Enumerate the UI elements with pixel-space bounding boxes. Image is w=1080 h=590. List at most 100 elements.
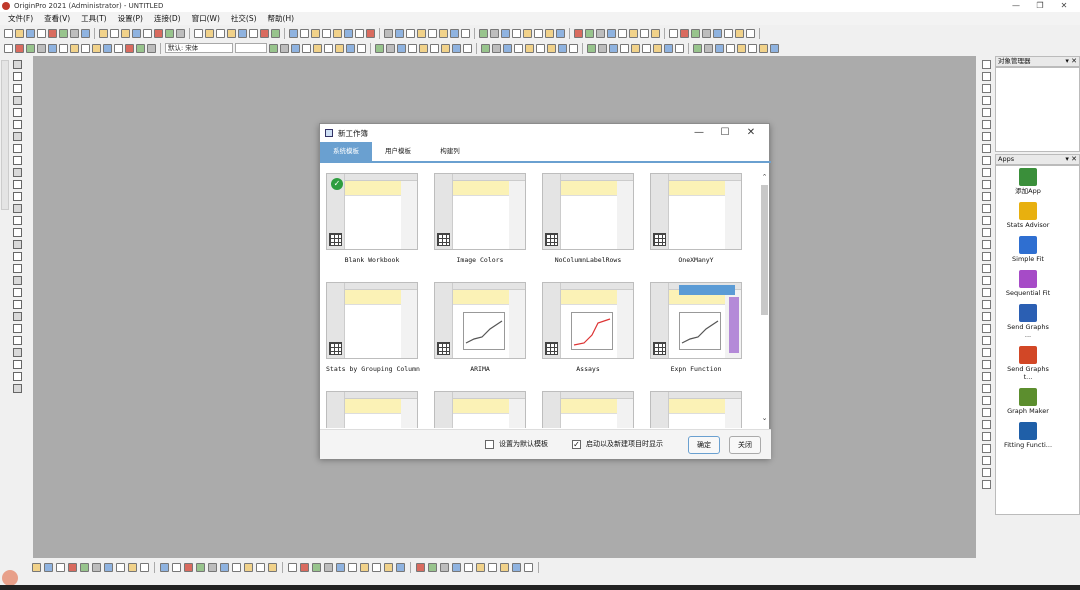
dock-tool-icon[interactable] bbox=[981, 348, 991, 357]
toolbar-button-icon[interactable] bbox=[669, 28, 678, 38]
template-card[interactable]: OneXManyY bbox=[650, 173, 742, 264]
toolbar-button-icon[interactable] bbox=[4, 43, 13, 53]
toolbar-button-icon[interactable] bbox=[396, 562, 405, 572]
apps-controls[interactable]: ▾ ✕ bbox=[1065, 155, 1077, 164]
dialog-close-button[interactable]: ✕ bbox=[738, 125, 764, 141]
dock-tool-icon[interactable] bbox=[981, 156, 991, 165]
toolbar-button-icon[interactable] bbox=[81, 28, 90, 38]
dock-tool-icon[interactable] bbox=[981, 336, 991, 345]
tool-icon[interactable] bbox=[13, 240, 22, 249]
dock-tool-icon[interactable] bbox=[981, 276, 991, 285]
toolbar-button-icon[interactable] bbox=[463, 43, 472, 53]
toolbar-button-icon[interactable] bbox=[640, 28, 649, 38]
font-name-combo[interactable]: 默认: 宋体 bbox=[165, 43, 233, 53]
toolbar-button-icon[interactable] bbox=[664, 43, 673, 53]
template-card[interactable] bbox=[650, 391, 742, 428]
toolbar-button-icon[interactable] bbox=[59, 43, 68, 53]
toolbar-button-icon[interactable] bbox=[15, 28, 24, 38]
toolbar-button-icon[interactable] bbox=[609, 43, 618, 53]
ok-button[interactable]: 确定 bbox=[688, 436, 720, 454]
toolbar-button-icon[interactable] bbox=[238, 28, 247, 38]
toolbar-button-icon[interactable] bbox=[691, 28, 700, 38]
template-thumbnail[interactable] bbox=[650, 282, 742, 359]
toolbar-button-icon[interactable] bbox=[143, 28, 152, 38]
toolbar-button-icon[interactable] bbox=[103, 43, 112, 53]
toolbar-button-icon[interactable] bbox=[260, 28, 269, 38]
toolbar-button-icon[interactable] bbox=[416, 562, 425, 572]
dock-tool-icon[interactable] bbox=[981, 132, 991, 141]
tool-icon[interactable] bbox=[13, 336, 22, 345]
menu-social[interactable]: 社交(S) bbox=[231, 13, 257, 24]
toolbar-button-icon[interactable] bbox=[268, 562, 277, 572]
toolbar-button-icon[interactable] bbox=[92, 562, 101, 572]
tool-icon[interactable] bbox=[13, 228, 22, 237]
tab-system-templates[interactable]: 系统模板 bbox=[320, 142, 372, 161]
toolbar-button-icon[interactable] bbox=[256, 562, 265, 572]
toolbar-button-icon[interactable] bbox=[346, 43, 355, 53]
dock-tool-icon[interactable] bbox=[981, 108, 991, 117]
dock-tool-icon[interactable] bbox=[981, 192, 991, 201]
toolbar-button-icon[interactable] bbox=[348, 562, 357, 572]
toolbar-button-icon[interactable] bbox=[629, 28, 638, 38]
scroll-down-icon[interactable]: ⌄ bbox=[760, 414, 769, 423]
toolbar-button-icon[interactable] bbox=[501, 28, 510, 38]
toolbar-button-icon[interactable] bbox=[208, 562, 217, 572]
tab-build-columns[interactable]: 构建列 bbox=[424, 142, 476, 161]
toolbar-button-icon[interactable] bbox=[574, 28, 583, 38]
toolbar-button-icon[interactable] bbox=[99, 28, 108, 38]
toolbar-button-icon[interactable] bbox=[770, 43, 779, 53]
toolbar-button-icon[interactable] bbox=[536, 43, 545, 53]
toolbar-button-icon[interactable] bbox=[503, 43, 512, 53]
toolbar-button-icon[interactable] bbox=[397, 43, 406, 53]
dock-tool-icon[interactable] bbox=[981, 60, 991, 69]
toolbar-button-icon[interactable] bbox=[534, 28, 543, 38]
menu-help[interactable]: 帮助(H) bbox=[268, 13, 295, 24]
toolbar-button-icon[interactable] bbox=[344, 28, 353, 38]
toolbar-button-icon[interactable] bbox=[726, 43, 735, 53]
toolbar-button-icon[interactable] bbox=[746, 28, 755, 38]
toolbar-button-icon[interactable] bbox=[417, 28, 426, 38]
tool-icon[interactable] bbox=[13, 96, 22, 105]
toolbar-button-icon[interactable] bbox=[104, 562, 113, 572]
dock-tool-icon[interactable] bbox=[981, 444, 991, 453]
template-thumbnail[interactable] bbox=[650, 391, 742, 428]
dock-tool-icon[interactable] bbox=[981, 456, 991, 465]
toolbar-button-icon[interactable] bbox=[59, 28, 68, 38]
toolbar-button-icon[interactable] bbox=[514, 43, 523, 53]
toolbar-button-icon[interactable] bbox=[384, 562, 393, 572]
dock-tool-icon[interactable] bbox=[981, 180, 991, 189]
tool-icon[interactable] bbox=[13, 324, 22, 333]
menu-connect[interactable]: 连接(D) bbox=[154, 13, 181, 24]
toolbar-button-icon[interactable] bbox=[4, 28, 13, 38]
toolbar-button-icon[interactable] bbox=[713, 28, 722, 38]
dock-tool-icon[interactable] bbox=[981, 480, 991, 489]
set-default-checkbox-box[interactable] bbox=[485, 439, 494, 449]
template-card[interactable]: ARIMA bbox=[434, 282, 526, 373]
dock-tool-icon[interactable] bbox=[981, 252, 991, 261]
toolbar-button-icon[interactable] bbox=[430, 43, 439, 53]
dock-tool-icon[interactable] bbox=[981, 96, 991, 105]
toolbar-button-icon[interactable] bbox=[15, 43, 24, 53]
template-thumbnail[interactable] bbox=[542, 391, 634, 428]
dock-tool-icon[interactable] bbox=[981, 396, 991, 405]
toolbar-button-icon[interactable] bbox=[140, 562, 149, 572]
template-thumbnail[interactable] bbox=[434, 173, 526, 250]
toolbar-button-icon[interactable] bbox=[547, 43, 556, 53]
app-item[interactable]: Send Graphs t... bbox=[1003, 346, 1053, 381]
dock-tool-icon[interactable] bbox=[981, 324, 991, 333]
dock-tool-icon[interactable] bbox=[981, 360, 991, 369]
toolbar-button-icon[interactable] bbox=[439, 28, 448, 38]
tool-icon[interactable] bbox=[13, 192, 22, 201]
toolbar-button-icon[interactable] bbox=[693, 43, 702, 53]
toolbar-button-icon[interactable] bbox=[160, 562, 169, 572]
toolbar-button-icon[interactable] bbox=[631, 43, 640, 53]
template-thumbnail[interactable] bbox=[542, 173, 634, 250]
dialog-maximize-button[interactable]: ☐ bbox=[712, 125, 738, 141]
toolbar-button-icon[interactable] bbox=[80, 562, 89, 572]
toolbar-button-icon[interactable] bbox=[556, 28, 565, 38]
toolbar-button-icon[interactable] bbox=[366, 28, 375, 38]
template-card[interactable]: ✓ Blank Workbook bbox=[326, 173, 418, 264]
toolbar-button-icon[interactable] bbox=[384, 28, 393, 38]
toolbar-button-icon[interactable] bbox=[715, 43, 724, 53]
toolbar-button-icon[interactable] bbox=[70, 28, 79, 38]
